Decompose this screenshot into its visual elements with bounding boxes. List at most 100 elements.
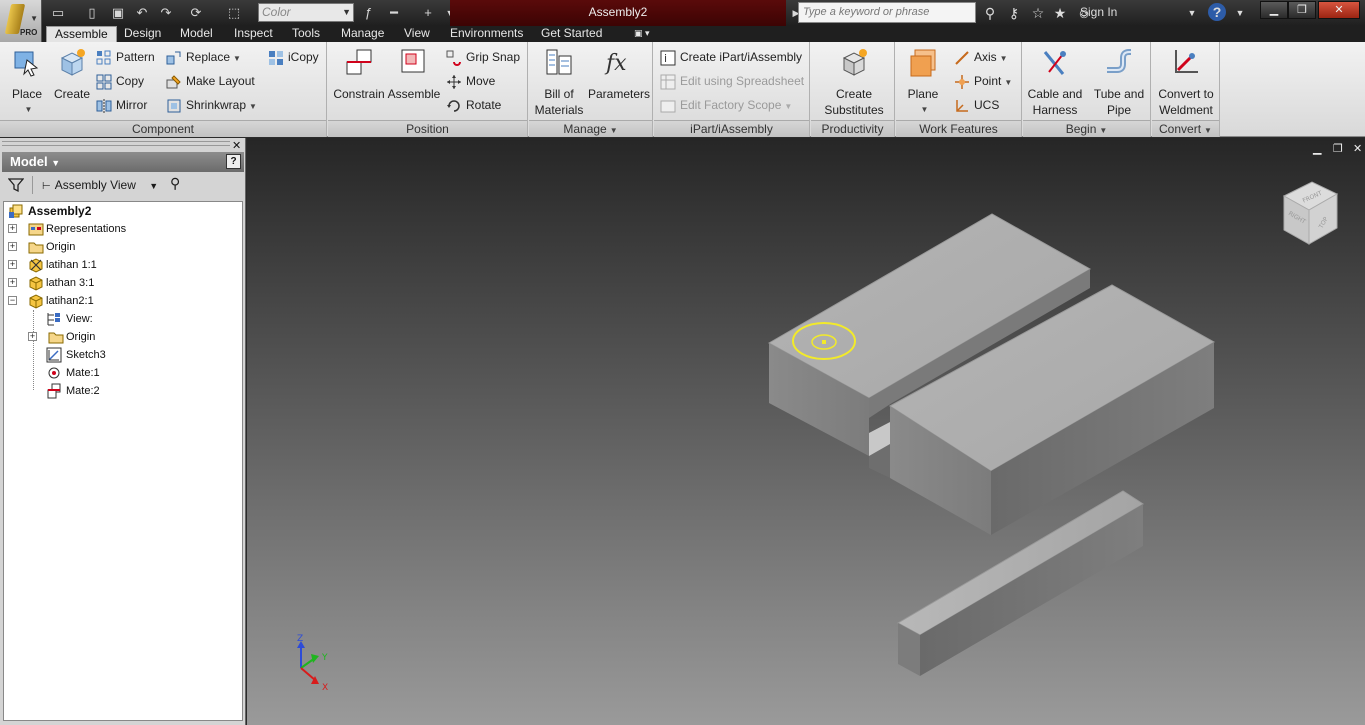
tab-inspect[interactable]: Inspect	[226, 26, 281, 42]
icopy-button[interactable]: iCopy	[268, 47, 319, 67]
constrain-button[interactable]: Constrain	[330, 46, 388, 102]
bill-of-materials-button[interactable]: Bill of Materials	[531, 46, 587, 118]
tab-view[interactable]: View	[396, 26, 438, 42]
save-icon[interactable]: ▣	[108, 3, 128, 23]
expand-plus-icon[interactable]: +	[8, 242, 17, 251]
viewcube[interactable]: FRONT RIGHT TOP	[1282, 181, 1339, 245]
expand-plus-icon[interactable]: +	[8, 224, 17, 233]
cable-label-line2: Harness	[1032, 103, 1078, 117]
pattern-button[interactable]: Pattern	[96, 47, 155, 67]
place-button[interactable]: Place ▼	[6, 46, 48, 118]
plane-button[interactable]: Plane ▼	[900, 46, 946, 118]
edit-factory-scope-button[interactable]: Edit Factory Scope ▼	[660, 95, 792, 115]
help-search-input[interactable]: Type a keyword or phrase	[798, 2, 976, 23]
axis-button[interactable]: Axis ▼	[954, 47, 1008, 67]
manage-title-label: Manage	[563, 122, 607, 136]
chevron-down-icon[interactable]: ▼	[1230, 3, 1250, 23]
expand-plus-icon[interactable]: +	[8, 260, 17, 269]
tab-manage[interactable]: Manage	[333, 26, 392, 42]
parameters-button[interactable]: fx Parameters	[587, 46, 651, 102]
assembly-view-select[interactable]: ⊢ Assembly View ▼	[42, 174, 158, 196]
copy-button[interactable]: Copy	[96, 71, 144, 91]
part-large-block[interactable]	[767, 213, 1216, 535]
measure-icon[interactable]: ━	[384, 3, 404, 23]
rotate-button[interactable]: Rotate	[446, 95, 501, 115]
chevron-down-icon[interactable]: ▼	[1182, 3, 1202, 23]
point-button[interactable]: Point ▼	[954, 71, 1012, 91]
browser-help-icon[interactable]: ?	[226, 154, 241, 169]
favorites-star-icon[interactable]: ★	[1050, 3, 1070, 23]
icopy-icon	[269, 50, 283, 65]
binoculars-icon[interactable]: ⚲	[980, 3, 1000, 23]
replace-button[interactable]: Replace ▼	[166, 47, 241, 67]
panel-title-manage[interactable]: Manage ▼	[529, 120, 652, 137]
graphics-viewport[interactable]: ▁ ❐ ✕ FRONT RIGHT TOP Z Y X	[247, 138, 1365, 725]
convert-label-line2: Weldment	[1159, 103, 1213, 117]
grip-snap-button[interactable]: Grip Snap	[446, 47, 520, 67]
panel-title-productivity: Productivity	[811, 120, 894, 137]
edit-spreadsheet-label: Edit using Spreadsheet	[680, 74, 805, 88]
sign-in-link[interactable]: Sign In	[1080, 0, 1117, 26]
icopy-label: iCopy	[288, 50, 319, 64]
make-layout-button[interactable]: Make Layout	[166, 71, 255, 91]
assemble-button[interactable]: Assemble	[386, 46, 442, 102]
svg-text:i: i	[664, 52, 667, 65]
move-button[interactable]: Move	[446, 71, 495, 91]
create-component-button[interactable]: Create	[52, 46, 92, 102]
browser-header[interactable]: Model ▼ ?	[2, 152, 244, 172]
ucs-button[interactable]: UCS	[954, 95, 999, 115]
tube-pipe-button[interactable]: Tube and Pipe	[1089, 46, 1149, 118]
collapse-minus-icon[interactable]: −	[8, 296, 17, 305]
browser-drag-strip[interactable]	[2, 141, 230, 146]
chevron-down-icon: ▼	[342, 7, 351, 17]
mirror-label: Mirror	[116, 98, 148, 112]
bom-label-line1: Bill of	[544, 87, 574, 101]
maximize-button[interactable]: ❐	[1288, 1, 1316, 19]
tab-get-started[interactable]: Get Started	[533, 26, 610, 42]
create-ipart-button[interactable]: i Create iPart/iAssembly	[660, 47, 802, 67]
add-icon[interactable]: +	[418, 3, 438, 23]
close-icon[interactable]: ✕	[232, 139, 241, 152]
expand-plus-icon[interactable]: +	[28, 332, 37, 341]
panel-title-begin[interactable]: Begin ▼	[1023, 120, 1150, 137]
binoculars-icon[interactable]: ⚲	[170, 175, 180, 192]
edit-spreadsheet-button[interactable]: Edit using Spreadsheet	[660, 71, 804, 91]
tab-environments[interactable]: Environments	[442, 26, 531, 42]
cable-harness-button[interactable]: Cable and Harness	[1025, 46, 1085, 118]
panel-title-convert[interactable]: Convert ▼	[1152, 120, 1219, 137]
undo-icon[interactable]: ↶	[132, 3, 152, 23]
browser-title: Model	[10, 154, 48, 169]
help-icon[interactable]: ?	[1208, 3, 1226, 21]
select-icon[interactable]: ⬚	[224, 3, 244, 23]
bom-label-line2: Materials	[534, 103, 584, 117]
tab-assemble[interactable]: Assemble	[46, 26, 117, 42]
filter-icon[interactable]	[8, 177, 24, 193]
mirror-button[interactable]: Mirror	[96, 95, 147, 115]
redo-icon[interactable]: ↷	[156, 3, 176, 23]
make-layout-label: Make Layout	[186, 74, 255, 88]
convert-to-weldment-button[interactable]: Convert to Weldment	[1154, 46, 1218, 118]
assembly-icon	[9, 204, 23, 218]
color-override-select[interactable]: Color ▼	[258, 3, 354, 22]
create-substitutes-button[interactable]: Create Substitutes	[817, 46, 891, 118]
update-icon[interactable]: ⟳	[186, 3, 206, 23]
ribbon-display-toggle-icon[interactable]: ▣ ▾	[626, 26, 658, 42]
part-long-bar[interactable]	[896, 490, 1144, 676]
minimize-button[interactable]: ▁	[1260, 1, 1288, 19]
communication-center-icon[interactable]: ⚷	[1004, 3, 1024, 23]
panel-begin: Cable and Harness Tube and Pipe Begin ▼	[1023, 42, 1151, 137]
pro-badge: PRO	[20, 28, 38, 37]
close-button[interactable]: ✕	[1318, 1, 1360, 19]
open-folder-icon[interactable]: ▯	[82, 3, 102, 23]
tab-tools[interactable]: Tools	[284, 26, 328, 42]
subscription-icon[interactable]: ☆	[1028, 3, 1048, 23]
tab-design[interactable]: Design	[116, 26, 169, 42]
shrinkwrap-button[interactable]: Shrinkwrap ▼	[166, 95, 257, 115]
parameters-fx-icon[interactable]: ƒ	[358, 3, 378, 23]
tab-model[interactable]: Model	[172, 26, 221, 42]
expand-plus-icon[interactable]: +	[8, 278, 17, 287]
new-file-icon[interactable]: ▭	[48, 3, 68, 23]
ribbon-tab-bar: Assemble Design Model Inspect Tools Mana…	[42, 26, 1365, 42]
panel-ipart-iassembly: i Create iPart/iAssembly Edit using Sprea…	[654, 42, 810, 137]
application-menu-button[interactable]: PRO ▼	[0, 0, 42, 42]
